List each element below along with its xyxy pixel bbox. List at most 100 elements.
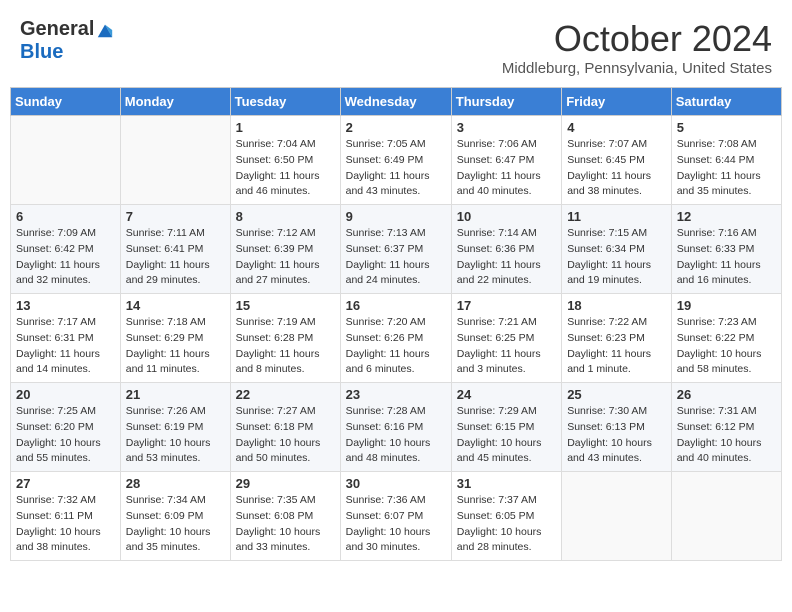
- day-info: Sunrise: 7:36 AMSunset: 6:07 PMDaylight:…: [346, 494, 431, 553]
- day-info: Sunrise: 7:28 AMSunset: 6:16 PMDaylight:…: [346, 405, 431, 464]
- day-number: 31: [457, 476, 556, 491]
- calendar-cell: 8 Sunrise: 7:12 AMSunset: 6:39 PMDayligh…: [230, 205, 340, 294]
- day-info: Sunrise: 7:23 AMSunset: 6:22 PMDaylight:…: [677, 316, 762, 375]
- day-info: Sunrise: 7:18 AMSunset: 6:29 PMDaylight:…: [126, 316, 210, 375]
- calendar-cell: [11, 116, 121, 205]
- day-info: Sunrise: 7:35 AMSunset: 6:08 PMDaylight:…: [236, 494, 321, 553]
- title-block: October 2024 Middleburg, Pennsylvania, U…: [502, 18, 772, 77]
- day-info: Sunrise: 7:19 AMSunset: 6:28 PMDaylight:…: [236, 316, 320, 375]
- day-info: Sunrise: 7:32 AMSunset: 6:11 PMDaylight:…: [16, 494, 101, 553]
- calendar-cell: 27 Sunrise: 7:32 AMSunset: 6:11 PMDaylig…: [11, 472, 121, 561]
- day-number: 23: [346, 387, 446, 402]
- day-number: 17: [457, 298, 556, 313]
- day-info: Sunrise: 7:16 AMSunset: 6:33 PMDaylight:…: [677, 227, 761, 286]
- day-number: 25: [567, 387, 666, 402]
- weekday-friday: Friday: [562, 88, 672, 116]
- day-info: Sunrise: 7:14 AMSunset: 6:36 PMDaylight:…: [457, 227, 541, 286]
- calendar-cell: 10 Sunrise: 7:14 AMSunset: 6:36 PMDaylig…: [451, 205, 561, 294]
- calendar-cell: 17 Sunrise: 7:21 AMSunset: 6:25 PMDaylig…: [451, 294, 561, 383]
- day-info: Sunrise: 7:34 AMSunset: 6:09 PMDaylight:…: [126, 494, 211, 553]
- day-number: 27: [16, 476, 115, 491]
- day-number: 12: [677, 209, 776, 224]
- calendar-cell: 15 Sunrise: 7:19 AMSunset: 6:28 PMDaylig…: [230, 294, 340, 383]
- day-number: 15: [236, 298, 335, 313]
- day-info: Sunrise: 7:37 AMSunset: 6:05 PMDaylight:…: [457, 494, 542, 553]
- calendar-cell: 20 Sunrise: 7:25 AMSunset: 6:20 PMDaylig…: [11, 383, 121, 472]
- calendar-cell: 22 Sunrise: 7:27 AMSunset: 6:18 PMDaylig…: [230, 383, 340, 472]
- day-info: Sunrise: 7:25 AMSunset: 6:20 PMDaylight:…: [16, 405, 101, 464]
- calendar-body: 1 Sunrise: 7:04 AMSunset: 6:50 PMDayligh…: [11, 116, 782, 561]
- calendar-cell: 1 Sunrise: 7:04 AMSunset: 6:50 PMDayligh…: [230, 116, 340, 205]
- day-number: 11: [567, 209, 666, 224]
- day-number: 3: [457, 120, 556, 135]
- day-number: 5: [677, 120, 776, 135]
- day-number: 26: [677, 387, 776, 402]
- day-number: 4: [567, 120, 666, 135]
- location: Middleburg, Pennsylvania, United States: [502, 60, 772, 77]
- day-number: 1: [236, 120, 335, 135]
- day-info: Sunrise: 7:29 AMSunset: 6:15 PMDaylight:…: [457, 405, 542, 464]
- logo-icon: [96, 21, 114, 39]
- calendar-cell: 18 Sunrise: 7:22 AMSunset: 6:23 PMDaylig…: [562, 294, 672, 383]
- weekday-saturday: Saturday: [671, 88, 781, 116]
- day-info: Sunrise: 7:20 AMSunset: 6:26 PMDaylight:…: [346, 316, 430, 375]
- day-number: 13: [16, 298, 115, 313]
- day-info: Sunrise: 7:26 AMSunset: 6:19 PMDaylight:…: [126, 405, 211, 464]
- logo-blue: Blue: [20, 41, 63, 64]
- day-info: Sunrise: 7:05 AMSunset: 6:49 PMDaylight:…: [346, 138, 430, 197]
- calendar-cell: 16 Sunrise: 7:20 AMSunset: 6:26 PMDaylig…: [340, 294, 451, 383]
- day-info: Sunrise: 7:06 AMSunset: 6:47 PMDaylight:…: [457, 138, 541, 197]
- weekday-wednesday: Wednesday: [340, 88, 451, 116]
- day-number: 2: [346, 120, 446, 135]
- weekday-tuesday: Tuesday: [230, 88, 340, 116]
- day-info: Sunrise: 7:27 AMSunset: 6:18 PMDaylight:…: [236, 405, 321, 464]
- day-info: Sunrise: 7:13 AMSunset: 6:37 PMDaylight:…: [346, 227, 430, 286]
- day-number: 14: [126, 298, 225, 313]
- day-number: 8: [236, 209, 335, 224]
- calendar-cell: 31 Sunrise: 7:37 AMSunset: 6:05 PMDaylig…: [451, 472, 561, 561]
- day-number: 19: [677, 298, 776, 313]
- day-number: 9: [346, 209, 446, 224]
- day-number: 16: [346, 298, 446, 313]
- calendar-week-4: 20 Sunrise: 7:25 AMSunset: 6:20 PMDaylig…: [11, 383, 782, 472]
- calendar-week-1: 1 Sunrise: 7:04 AMSunset: 6:50 PMDayligh…: [11, 116, 782, 205]
- calendar-cell: 11 Sunrise: 7:15 AMSunset: 6:34 PMDaylig…: [562, 205, 672, 294]
- calendar-cell: 14 Sunrise: 7:18 AMSunset: 6:29 PMDaylig…: [120, 294, 230, 383]
- month-title: October 2024: [502, 18, 772, 60]
- logo-general: General: [20, 18, 94, 41]
- day-info: Sunrise: 7:15 AMSunset: 6:34 PMDaylight:…: [567, 227, 651, 286]
- weekday-thursday: Thursday: [451, 88, 561, 116]
- calendar-cell: [562, 472, 672, 561]
- calendar-cell: 9 Sunrise: 7:13 AMSunset: 6:37 PMDayligh…: [340, 205, 451, 294]
- calendar-cell: 24 Sunrise: 7:29 AMSunset: 6:15 PMDaylig…: [451, 383, 561, 472]
- day-number: 20: [16, 387, 115, 402]
- day-number: 7: [126, 209, 225, 224]
- day-info: Sunrise: 7:17 AMSunset: 6:31 PMDaylight:…: [16, 316, 100, 375]
- day-info: Sunrise: 7:12 AMSunset: 6:39 PMDaylight:…: [236, 227, 320, 286]
- weekday-monday: Monday: [120, 88, 230, 116]
- calendar-cell: 7 Sunrise: 7:11 AMSunset: 6:41 PMDayligh…: [120, 205, 230, 294]
- calendar-week-5: 27 Sunrise: 7:32 AMSunset: 6:11 PMDaylig…: [11, 472, 782, 561]
- day-number: 22: [236, 387, 335, 402]
- page-header: General Blue October 2024 Middleburg, Pe…: [10, 10, 782, 83]
- day-number: 29: [236, 476, 335, 491]
- calendar-cell: 26 Sunrise: 7:31 AMSunset: 6:12 PMDaylig…: [671, 383, 781, 472]
- weekday-sunday: Sunday: [11, 88, 121, 116]
- calendar-cell: 28 Sunrise: 7:34 AMSunset: 6:09 PMDaylig…: [120, 472, 230, 561]
- logo: General Blue: [20, 18, 114, 64]
- calendar-cell: 2 Sunrise: 7:05 AMSunset: 6:49 PMDayligh…: [340, 116, 451, 205]
- calendar-cell: 3 Sunrise: 7:06 AMSunset: 6:47 PMDayligh…: [451, 116, 561, 205]
- calendar-cell: 12 Sunrise: 7:16 AMSunset: 6:33 PMDaylig…: [671, 205, 781, 294]
- day-number: 18: [567, 298, 666, 313]
- day-info: Sunrise: 7:21 AMSunset: 6:25 PMDaylight:…: [457, 316, 541, 375]
- day-info: Sunrise: 7:30 AMSunset: 6:13 PMDaylight:…: [567, 405, 652, 464]
- day-info: Sunrise: 7:11 AMSunset: 6:41 PMDaylight:…: [126, 227, 210, 286]
- calendar-cell: 19 Sunrise: 7:23 AMSunset: 6:22 PMDaylig…: [671, 294, 781, 383]
- day-info: Sunrise: 7:22 AMSunset: 6:23 PMDaylight:…: [567, 316, 651, 375]
- day-number: 24: [457, 387, 556, 402]
- calendar-cell: 5 Sunrise: 7:08 AMSunset: 6:44 PMDayligh…: [671, 116, 781, 205]
- calendar-cell: 25 Sunrise: 7:30 AMSunset: 6:13 PMDaylig…: [562, 383, 672, 472]
- calendar-cell: 30 Sunrise: 7:36 AMSunset: 6:07 PMDaylig…: [340, 472, 451, 561]
- day-number: 28: [126, 476, 225, 491]
- calendar-cell: 4 Sunrise: 7:07 AMSunset: 6:45 PMDayligh…: [562, 116, 672, 205]
